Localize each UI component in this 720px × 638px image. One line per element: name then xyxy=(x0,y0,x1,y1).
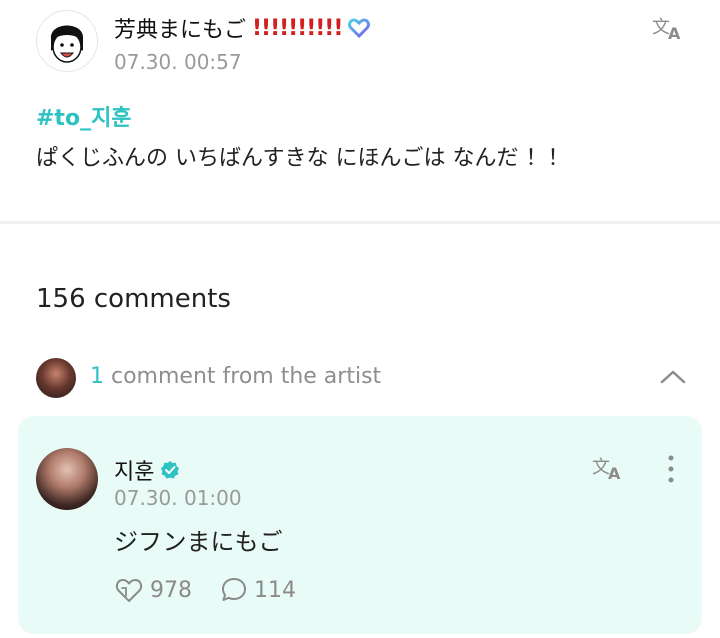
translate-icon: 文 A xyxy=(652,17,681,42)
reply-button[interactable]: 114 xyxy=(220,576,296,604)
post-timestamp: 07.30. 00:57 xyxy=(114,50,242,74)
reply-count: 114 xyxy=(254,577,296,603)
translate-icon: 文 A xyxy=(592,457,621,482)
chevron-up-icon xyxy=(660,370,686,384)
heart-gradient-icon xyxy=(348,18,371,38)
artist-comments-toggle[interactable]: 1 comment from the artist xyxy=(36,356,696,400)
post-hashtag[interactable]: #to_지훈 xyxy=(36,100,696,132)
section-divider xyxy=(0,221,720,224)
artist-comment-card: 지훈 07.30. 01:00 文 A ジフンまにもご 978 114 xyxy=(18,416,702,634)
artist-avatar[interactable] xyxy=(36,448,98,510)
svg-text:A: A xyxy=(608,464,621,482)
comment-more-button[interactable] xyxy=(658,452,684,486)
post-header: 芳典まにもご !!!!!!!!!! 07.30. 00:57 文 A xyxy=(36,6,696,76)
comment-timestamp: 07.30. 01:00 xyxy=(114,486,242,510)
artist-name-text: 지훈 xyxy=(114,460,155,485)
post-author-avatar[interactable] xyxy=(36,10,98,72)
verified-icon xyxy=(161,461,180,479)
like-icon xyxy=(115,579,143,602)
post-author-name[interactable]: 芳典まにもご !!!!!!!!!! xyxy=(114,12,371,44)
comment-actions: 978 114 xyxy=(114,576,314,604)
more-vertical-icon xyxy=(668,455,674,483)
artist-comments-label: 1 comment from the artist xyxy=(90,364,381,389)
post-text: ぱくじふんの いちばんすきな にほんごは なんだ ！！ xyxy=(36,146,570,171)
post-translate-button[interactable]: 文 A xyxy=(648,10,688,44)
artist-name[interactable]: 지훈 xyxy=(114,454,180,486)
artist-avatar-small xyxy=(36,358,76,398)
artist-comments-count: 1 xyxy=(90,364,104,389)
post-body: #to_지훈 ぱくじふんの いちばんすきな にほんごは なんだ ！！ xyxy=(36,100,696,172)
author-name-exclaim: !!!!!!!!!! xyxy=(252,15,343,41)
svg-text:A: A xyxy=(668,24,681,42)
comment-icon xyxy=(222,578,246,601)
comment-text: ジフンまにもご xyxy=(114,528,283,556)
cartoon-face-icon xyxy=(50,25,84,63)
comment-translate-button[interactable]: 文 A xyxy=(588,450,628,484)
like-count: 978 xyxy=(150,577,192,603)
comments-count: 156 comments xyxy=(36,284,231,314)
collapse-button[interactable] xyxy=(656,362,690,392)
artist-comments-text: comment from the artist xyxy=(111,364,382,389)
like-button[interactable]: 978 xyxy=(114,576,192,604)
author-name-text: 芳典まにもご xyxy=(114,18,247,43)
